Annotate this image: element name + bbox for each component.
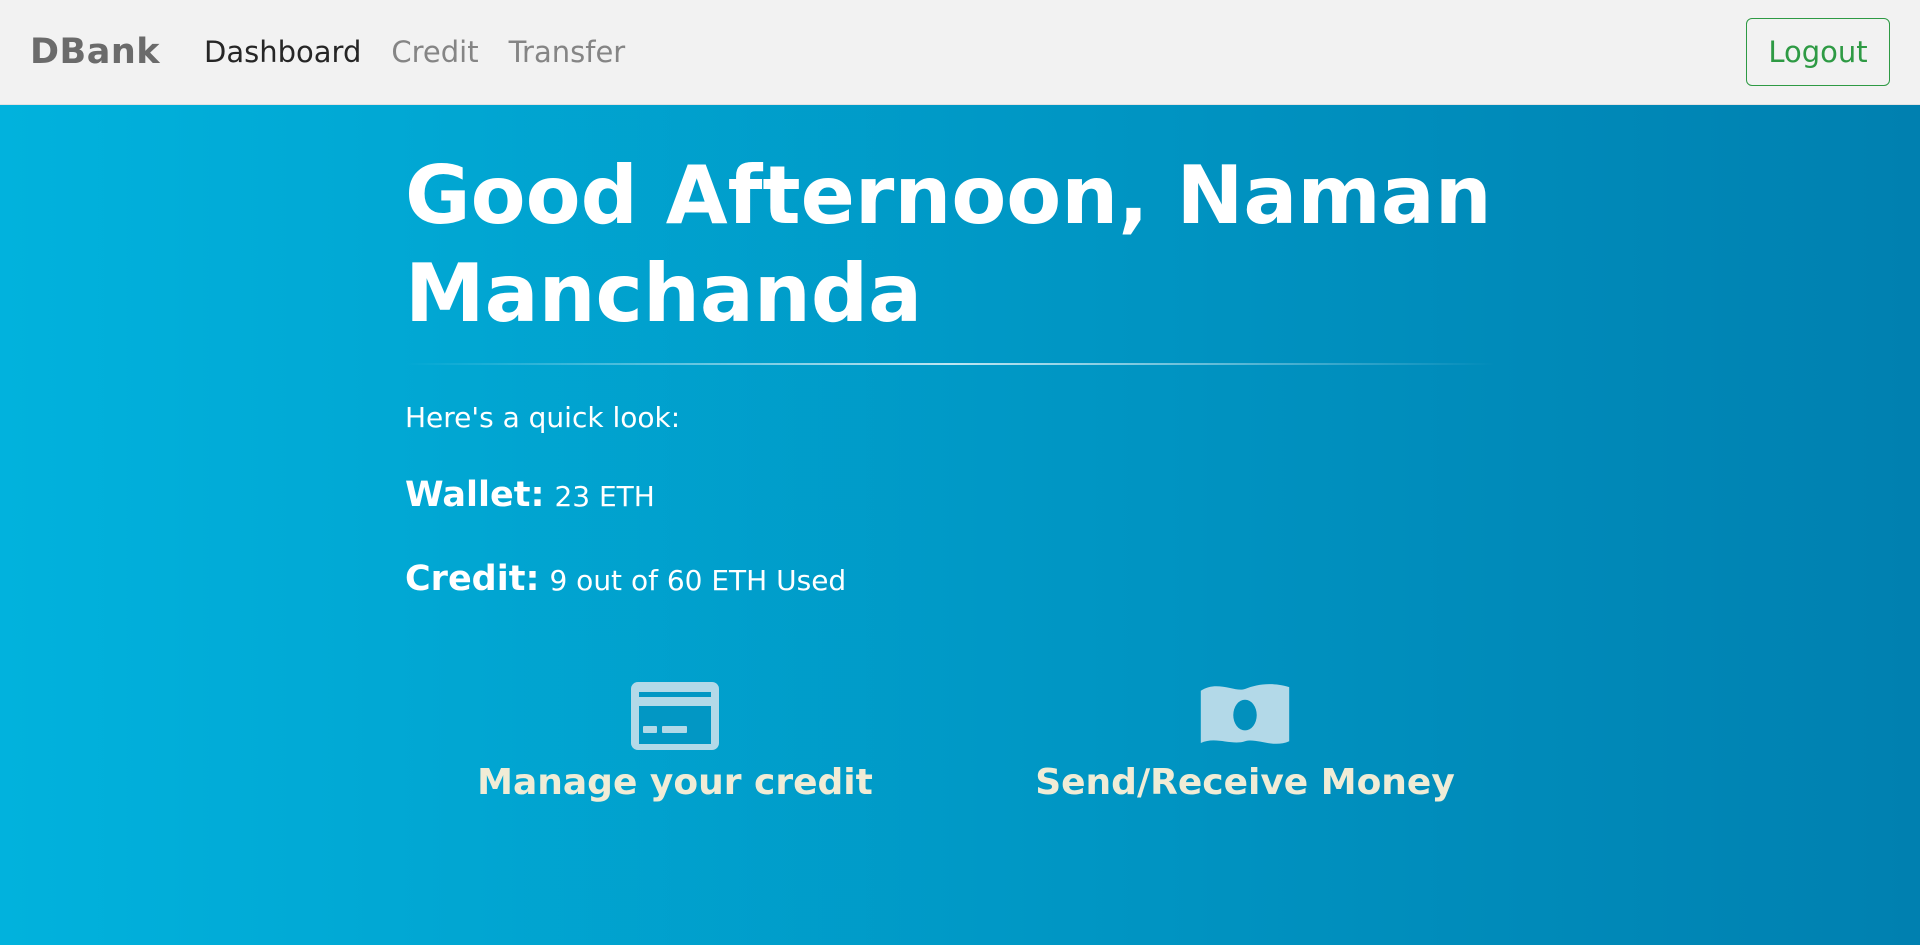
credit-value: 9 out of 60 ETH Used <box>549 564 847 597</box>
nav-link-transfer[interactable]: Transfer <box>509 35 626 69</box>
quick-look-text: Here's a quick look: <box>405 401 681 434</box>
logout-button[interactable]: Logout <box>1746 18 1890 86</box>
send-receive-action[interactable]: Send/Receive Money <box>1035 680 1455 803</box>
money-bill-icon <box>1200 684 1290 744</box>
brand-logo[interactable]: DBank <box>30 32 160 72</box>
top-navbar: DBank Dashboard Credit Transfer Logout <box>0 0 1920 105</box>
nav-link-credit[interactable]: Credit <box>391 35 478 69</box>
credit-stat: Credit: 9 out of 60 ETH Used <box>405 559 846 599</box>
greeting-heading: Good Afternoon, Naman Manchanda <box>405 149 1492 340</box>
wallet-stat: Wallet: 23 ETH <box>405 475 655 515</box>
divider <box>405 363 1495 365</box>
send-receive-label[interactable]: Send/Receive Money <box>1035 762 1455 803</box>
credit-label: Credit: <box>405 559 540 599</box>
wallet-value: 23 ETH <box>554 480 655 513</box>
credit-card-icon <box>631 682 719 750</box>
wallet-label: Wallet: <box>405 475 545 515</box>
manage-credit-label[interactable]: Manage your credit <box>477 762 873 803</box>
manage-credit-action[interactable]: Manage your credit <box>475 680 875 803</box>
dashboard-hero: Good Afternoon, Naman Manchanda Here's a… <box>0 105 1920 945</box>
nav-link-dashboard[interactable]: Dashboard <box>204 35 361 69</box>
